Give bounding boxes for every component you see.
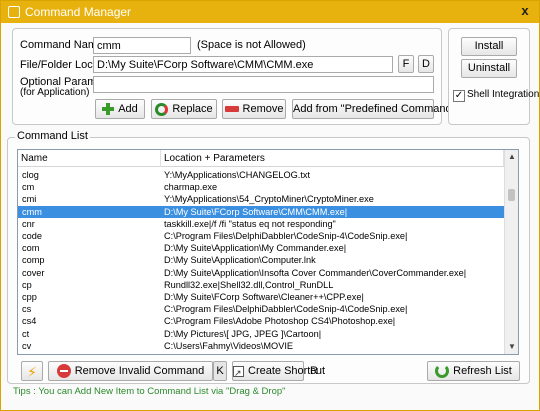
- row-location: D:\My Suite\Application\My Commander.exe…: [164, 243, 347, 254]
- command-manager-window: Command Manager x Command Name cmm (Spac…: [0, 0, 540, 411]
- row-location: Y:\MyApplications\CHANGELOG.txt: [164, 170, 311, 180]
- row-name: cs4: [22, 316, 37, 327]
- optional-params-input[interactable]: [93, 76, 434, 93]
- row-name: cpp: [22, 292, 37, 302]
- scroll-thumb[interactable]: [508, 189, 515, 201]
- table-row[interactable]: cp Rundll32.exe|Shell32.dll,Control_RunDL…: [18, 279, 504, 291]
- add-button-label: Add: [118, 103, 138, 115]
- row-location: D:\My Pictures\[ JPG, JPEG ]\Cartoon|: [164, 328, 322, 339]
- list-header: Name Location + Parameters: [18, 150, 504, 167]
- browse-folder-button[interactable]: D: [418, 55, 434, 73]
- create-shortcut-button[interactable]: Create Shortcut: [232, 361, 325, 382]
- row-name: cv: [22, 340, 32, 351]
- table-row[interactable]: cover D:\My Suite\Application\Insofta Cov…: [18, 267, 504, 279]
- row-name: cnr: [22, 218, 35, 229]
- row-name: cover: [22, 267, 45, 278]
- k-shortcut-button[interactable]: K: [213, 361, 227, 381]
- table-row[interactable]: ct D:\My Pictures\[ JPG, JPEG ]\Cartoon|: [18, 328, 504, 340]
- remove-button[interactable]: Remove: [222, 99, 286, 119]
- refresh-list-label: Refresh List: [453, 365, 512, 377]
- row-name: cm: [22, 182, 35, 193]
- command-list[interactable]: Name Location + Parameters clog Y:\MyAppl…: [17, 149, 519, 355]
- table-row[interactable]: cpp D:\My Suite\FCorp Software\Cleaner++\…: [18, 291, 504, 303]
- row-name: cp: [22, 279, 32, 290]
- table-row[interactable]: clog Y:\MyApplications\CHANGELOG.txt: [18, 169, 504, 181]
- bolt-icon: ⚡: [27, 364, 37, 380]
- scroll-up-icon[interactable]: ▲: [505, 150, 518, 164]
- window-title: Command Manager: [25, 5, 132, 19]
- row-location: C:\Program Files\Adobe Photoshop CS4\Pho…: [164, 316, 396, 327]
- optional-params-sublabel: (for Application): [20, 87, 90, 98]
- add-icon: [102, 103, 115, 116]
- command-name-label: Command Name: [20, 39, 104, 51]
- install-button[interactable]: Install: [461, 37, 517, 56]
- column-name[interactable]: Name: [18, 150, 161, 167]
- row-location: D:\My Suite\FCorp Software\Cleaner++\CPP…: [164, 292, 364, 302]
- install-group: Install Uninstall ✓ Shell Integration: [448, 28, 539, 125]
- command-name-input[interactable]: cmm: [93, 37, 191, 54]
- command-editor-group: Command Name cmm (Space is not Allowed) …: [12, 28, 461, 125]
- row-name: cvr: [22, 352, 34, 354]
- row-name: clog: [22, 170, 39, 180]
- table-row[interactable]: cnr taskkill.exe|/f /fi "status eq not re…: [18, 218, 504, 230]
- row-location: Rundll32.exe|Shell32.dll,Control_RunDLL: [164, 279, 334, 290]
- row-name: cs: [22, 304, 32, 315]
- space-note: (Space is not Allowed): [197, 39, 306, 51]
- row-name: cmm: [22, 206, 42, 217]
- row-location: D:\My Suite\Application\Insofta Cover Co…: [164, 267, 467, 278]
- replace-button[interactable]: Replace: [151, 99, 217, 119]
- bolt-button[interactable]: ⚡: [21, 361, 43, 381]
- table-row[interactable]: cs4 C:\Program Files\Adobe Photoshop CS4\…: [18, 315, 504, 327]
- shortcut-icon: [233, 364, 244, 382]
- row-name: code: [22, 231, 42, 241]
- command-list-legend: Command List: [15, 130, 90, 142]
- add-button[interactable]: Add: [95, 99, 145, 119]
- refresh-list-button[interactable]: Refresh List: [427, 361, 520, 381]
- row-name: cmi: [22, 194, 37, 205]
- vertical-scrollbar[interactable]: ▲ ▼: [504, 150, 518, 354]
- row-name: comp: [22, 255, 45, 266]
- row-location: C:\Program Files\DelphiDabbler\CodeSnip-…: [164, 231, 408, 241]
- row-location: charmap.exe: [164, 182, 218, 193]
- row-location: Y:\MyApplications\FCorp Picture\Software…: [164, 352, 372, 354]
- table-row[interactable]: cs C:\Program Files\DelphiDabbler\CodeSni…: [18, 303, 504, 315]
- remove-icon: [224, 106, 239, 113]
- no-entry-icon: [56, 364, 71, 379]
- row-location: D:\My Suite\Application\Computer.lnk: [164, 255, 316, 266]
- table-row[interactable]: cm charmap.exe: [18, 181, 504, 193]
- remove-invalid-button[interactable]: Remove Invalid Command: [48, 361, 213, 381]
- row-location: D:\My Suite\FCorp Software\CMM\CMM.exe|: [164, 206, 348, 217]
- refresh-icon: [435, 364, 450, 379]
- r-label: R: [310, 365, 318, 377]
- row-name: com: [22, 243, 40, 254]
- row-name: ct: [22, 328, 30, 339]
- row-location: taskkill.exe|/f /fi "status eq not respo…: [164, 218, 336, 229]
- table-row[interactable]: cmm D:\My Suite\FCorp Software\CMM\CMM.ex…: [18, 205, 504, 218]
- location-input[interactable]: D:\My Suite\FCorp Software\CMM\CMM.exe: [93, 56, 393, 73]
- uninstall-button[interactable]: Uninstall: [461, 59, 517, 78]
- remove-invalid-label: Remove Invalid Command: [74, 365, 205, 377]
- table-row[interactable]: code C:\Program Files\DelphiDabbler\CodeS…: [18, 230, 504, 242]
- remove-button-label: Remove: [242, 103, 284, 115]
- column-location[interactable]: Location + Parameters: [161, 150, 504, 167]
- title-bar[interactable]: Command Manager x: [1, 1, 539, 23]
- shell-integration-checkbox[interactable]: ✓: [453, 90, 465, 102]
- app-icon: [8, 6, 20, 18]
- shell-integration-label: Shell Integration: [467, 89, 540, 100]
- replace-button-label: Replace: [172, 103, 213, 115]
- row-location: Y:\MyApplications\54_CryptoMiner\CryptoM…: [164, 194, 374, 205]
- replace-icon: [155, 102, 169, 116]
- scroll-down-icon[interactable]: ▼: [505, 340, 518, 354]
- table-row[interactable]: comp D:\My Suite\Application\Computer.lnk: [18, 254, 504, 266]
- add-predefined-button[interactable]: Add from "Predefined Commands": [292, 99, 461, 119]
- browse-file-button[interactable]: F: [398, 55, 414, 73]
- tip-text: Tips : You can Add New Item to Command L…: [13, 386, 286, 397]
- row-location: C:\Program Files\DelphiDabbler\CodeSnip-…: [164, 304, 408, 315]
- table-row[interactable]: cvr Y:\MyApplications\FCorp Picture\Softw…: [18, 352, 504, 354]
- table-row[interactable]: cmi Y:\MyApplications\54_CryptoMiner\Cryp…: [18, 193, 504, 205]
- table-row[interactable]: cv C:\Users\Fahmy\Videos\MOVIE: [18, 340, 504, 352]
- close-icon[interactable]: x: [517, 3, 533, 19]
- table-row[interactable]: com D:\My Suite\Application\My Commander.…: [18, 242, 504, 254]
- row-location: C:\Users\Fahmy\Videos\MOVIE: [164, 340, 294, 351]
